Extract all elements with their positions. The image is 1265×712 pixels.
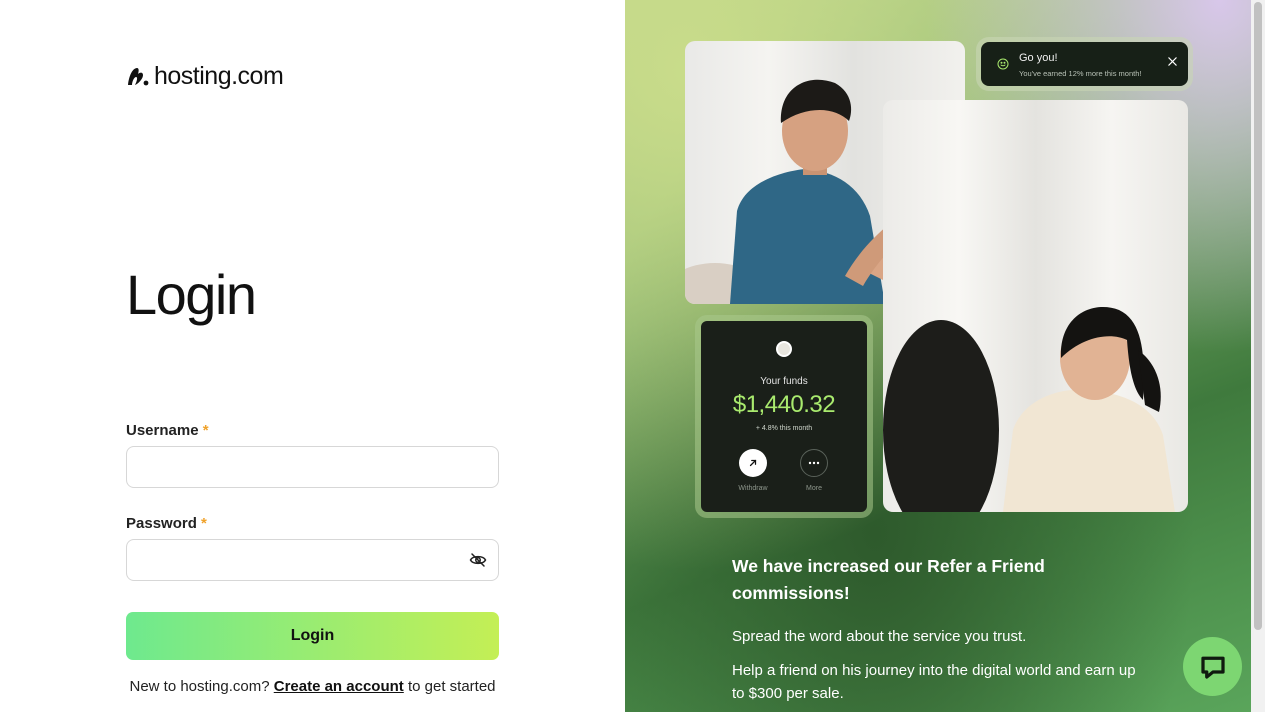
page-title: Login	[126, 263, 257, 326]
more-dots-icon	[808, 461, 820, 465]
password-label-text: Password	[126, 515, 197, 532]
password-label: Password *	[126, 515, 207, 532]
more-label: More	[806, 485, 822, 492]
avatar	[776, 341, 792, 357]
login-panel: hosting.com Login Username * Password * …	[0, 0, 625, 712]
notification-toast: Go you! You've earned 12% more this mont…	[981, 42, 1188, 86]
funds-amount: $1,440.32	[732, 391, 836, 418]
login-button[interactable]: Login	[126, 612, 499, 660]
password-input[interactable]	[126, 539, 499, 581]
signup-suffix: to get started	[407, 678, 496, 695]
withdraw-button[interactable]	[739, 449, 767, 477]
promo-panel: Go you! You've earned 12% more this mont…	[625, 0, 1251, 712]
promo-paragraph-2: Help a friend on his journey into the di…	[732, 662, 1136, 702]
chat-button[interactable]	[1183, 637, 1242, 696]
promo-photo-woman	[883, 100, 1188, 512]
username-input[interactable]	[126, 446, 499, 488]
toast-subtitle: You've earned 12% more this month!	[1019, 69, 1142, 78]
promo-paragraph-1: Spread the word about the service you tr…	[732, 628, 1027, 645]
username-label-text: Username	[126, 422, 199, 439]
woman-laughing-illustration	[883, 307, 1175, 512]
signup-prefix: New to hosting.com?	[129, 678, 270, 695]
required-marker: *	[202, 422, 209, 439]
chat-bubble-icon	[1200, 656, 1225, 679]
page-scrollbar[interactable]	[1251, 0, 1265, 712]
eye-off-icon[interactable]	[469, 551, 487, 569]
toast-title: Go you!	[1019, 52, 1058, 64]
brand-name: hosting.com	[154, 62, 284, 90]
more-button[interactable]	[800, 449, 828, 477]
required-marker: *	[201, 515, 207, 532]
brand-logo[interactable]: hosting.com	[126, 62, 284, 91]
create-account-link[interactable]: Create an account	[274, 678, 404, 695]
funds-card: Your funds $1,440.32 + 4.8% this month W…	[701, 321, 867, 512]
smiley-icon	[997, 58, 1009, 70]
close-icon[interactable]	[1167, 56, 1178, 67]
username-label: Username *	[126, 422, 209, 439]
hosting-logo-icon	[128, 67, 149, 85]
withdraw-label: Withdraw	[738, 485, 768, 492]
funds-label: Your funds	[760, 376, 808, 387]
arrow-up-right-icon	[749, 459, 757, 467]
funds-change: + 4.8% this month	[755, 425, 813, 432]
scrollbar-thumb[interactable]	[1254, 2, 1262, 630]
signup-prompt: New to hosting.com? Create an account to…	[126, 678, 499, 695]
promo-headline: We have increased our Refer a Friend com…	[732, 556, 1045, 603]
